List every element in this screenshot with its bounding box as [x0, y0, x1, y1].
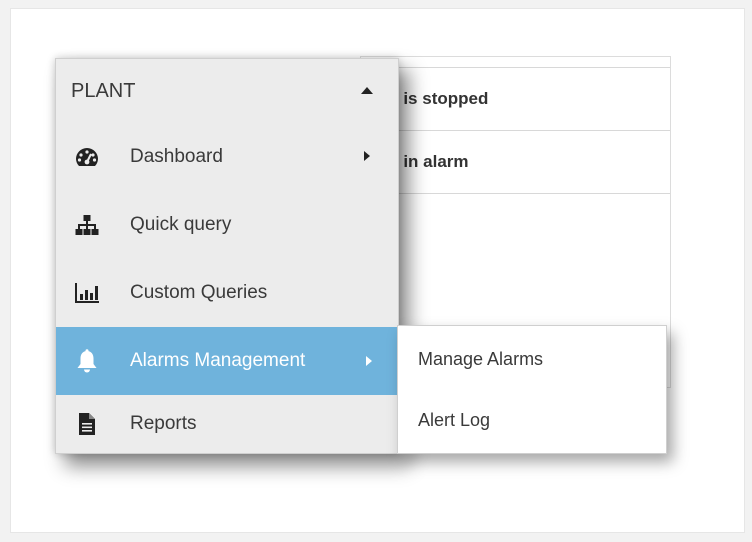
caret-up-icon [361, 87, 373, 94]
menu-item-label: Quick query [130, 214, 232, 235]
menu-item-label: Reports [130, 413, 197, 434]
menu-item-label: Dashboard [130, 146, 223, 167]
caret-right-icon [366, 356, 372, 366]
caret-right-icon [364, 151, 370, 161]
submenu-item-label: Alert Log [418, 409, 491, 430]
submenu-item-label: Manage Alarms [418, 348, 544, 369]
table-row: r in alarm [361, 130, 670, 192]
plant-menu: PLANT Dashboard Quick query Custom Queri… [55, 58, 399, 454]
menu-item-quick-query[interactable]: Quick query [56, 191, 398, 259]
bar-chart-icon [74, 280, 100, 306]
bell-icon [74, 348, 100, 374]
menu-header-label: PLANT [71, 79, 136, 102]
menu-item-label: Alarms Management [130, 350, 306, 371]
alarms-submenu: Manage Alarms Alert Log [397, 325, 667, 454]
dashboard-gauge-icon [74, 144, 100, 170]
table-cell-text: r in alarm [392, 151, 469, 171]
table-row: r is stopped [361, 67, 670, 129]
menu-item-label: Custom Queries [130, 282, 268, 303]
menu-header-plant[interactable]: PLANT [56, 59, 398, 123]
menu-item-custom-queries[interactable]: Custom Queries [56, 259, 398, 327]
sitemap-icon [74, 212, 100, 238]
submenu-item-alert-log[interactable]: Alert Log [398, 389, 666, 451]
table-cell-text: r is stopped [392, 88, 489, 108]
menu-item-dashboard[interactable]: Dashboard [56, 123, 398, 191]
menu-item-reports[interactable]: Reports [56, 395, 398, 453]
submenu-item-manage-alarms[interactable]: Manage Alarms [398, 328, 666, 390]
table-divider [361, 193, 670, 194]
document-icon [74, 411, 100, 437]
menu-item-alarms-management[interactable]: Alarms Management [56, 327, 398, 395]
